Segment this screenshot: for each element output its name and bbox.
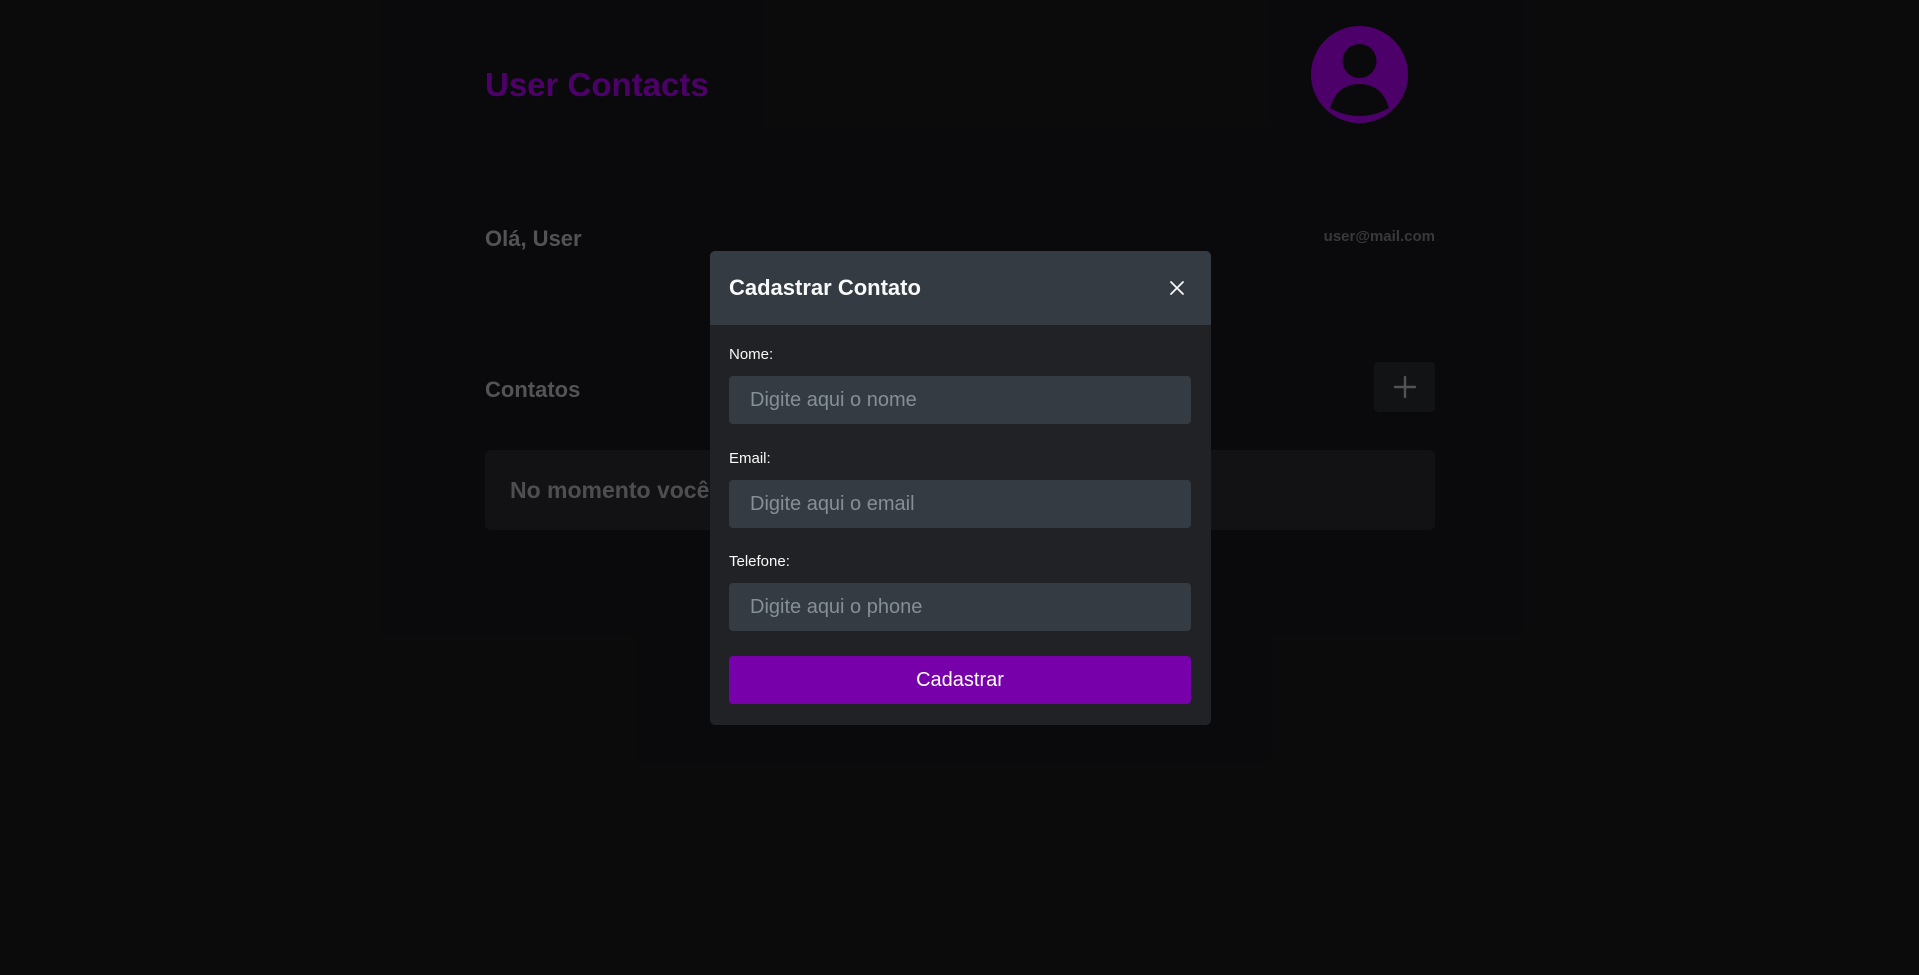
email-label: Email: [729,450,771,467]
email-input[interactable] [729,480,1191,528]
modal-title: Cadastrar Contato [729,275,921,300]
submit-button[interactable]: Cadastrar [729,656,1191,704]
modal-header: Cadastrar Contato [710,251,1211,325]
name-label: Nome: [729,346,774,363]
phone-input[interactable] [729,583,1191,631]
register-contact-modal: Cadastrar Contato Nome: Email: Telefone:… [710,251,1211,725]
close-button[interactable] [1165,276,1189,300]
phone-label: Telefone: [729,553,790,570]
page: User Contacts Olá, User user@mail.com Co… [0,0,1919,975]
modal-body: Nome: Email: Telefone: Cadastrar [710,346,1211,704]
close-icon [1170,281,1184,295]
name-input[interactable] [729,376,1191,424]
